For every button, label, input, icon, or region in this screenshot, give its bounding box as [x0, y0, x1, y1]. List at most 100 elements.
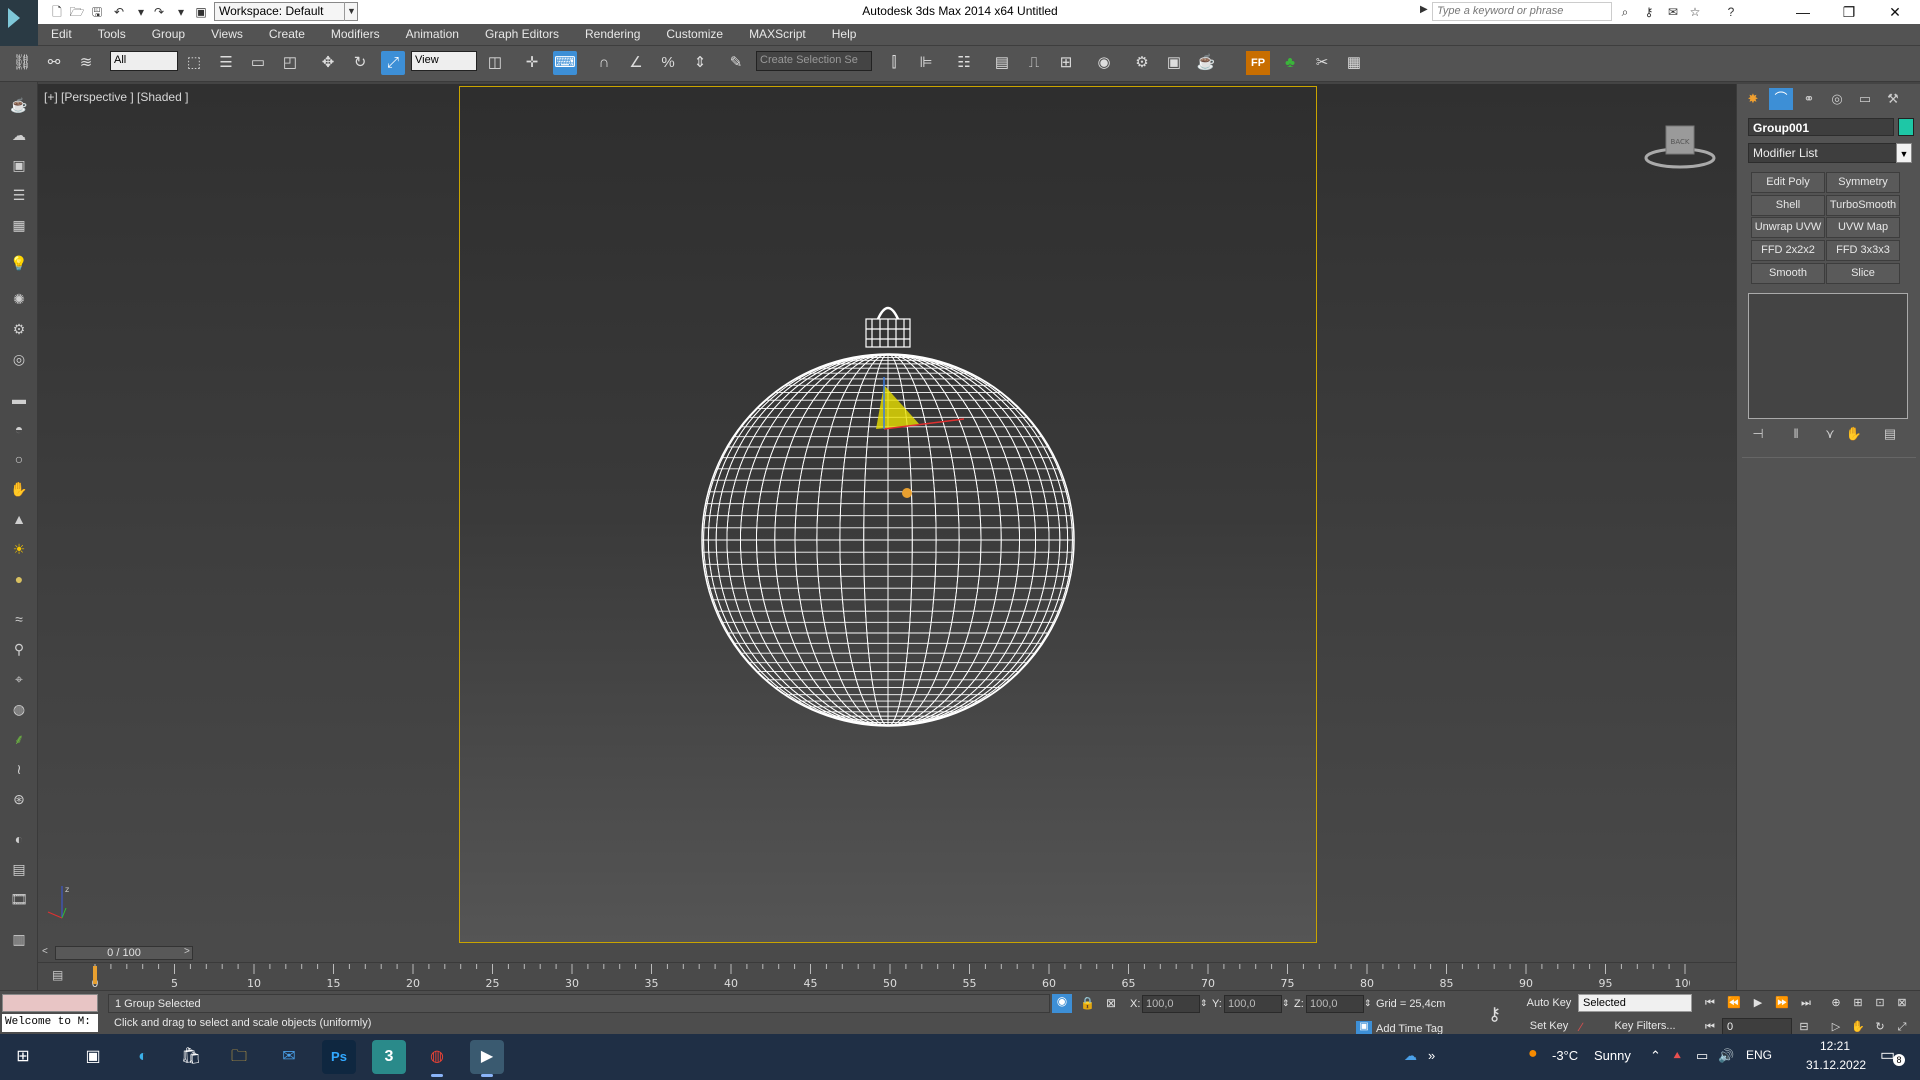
strip-teapot-icon[interactable]: ☕ [7, 94, 31, 116]
mod-symmetry-button[interactable]: Symmetry [1826, 172, 1900, 193]
strip-tripod-icon[interactable]: ⌖ [7, 668, 31, 690]
viewport-label[interactable]: [+] [Perspective ] [Shaded ] [44, 90, 188, 104]
tray-app-icon[interactable]: ⯅ [1672, 1048, 1682, 1064]
tray-up-icon[interactable]: ⌃ [1650, 1048, 1661, 1064]
close-icon[interactable]: ✕ [1872, 0, 1918, 24]
modifier-stack[interactable] [1748, 293, 1908, 419]
schematic-view-icon[interactable]: ⊞ [1054, 51, 1078, 75]
strip-list-icon[interactable]: ☰ [7, 184, 31, 206]
chrome-icon[interactable]: ◍ [420, 1040, 454, 1077]
mod-edit-poly-button[interactable]: Edit Poly [1751, 172, 1825, 193]
motion-tab-icon[interactable]: ◎ [1825, 88, 1849, 110]
scene-explorer-icon[interactable]: ▦ [1342, 51, 1366, 75]
spinner-snap-icon[interactable]: ⇕ [688, 51, 712, 75]
menu-help[interactable]: Help [819, 24, 870, 46]
menu-animation[interactable]: Animation [393, 24, 472, 46]
angle-snap-icon[interactable]: ∠ [624, 51, 648, 75]
modify-tab-icon[interactable]: ⌒ [1769, 88, 1793, 110]
weather-icon[interactable]: ● [1528, 1045, 1538, 1063]
menu-tools[interactable]: Tools [85, 24, 139, 46]
volume-icon[interactable]: 🔊 [1718, 1048, 1734, 1064]
weather-text[interactable]: Sunny [1594, 1048, 1631, 1063]
new-file-icon[interactable]: 🗋 [48, 3, 66, 21]
remove-modifier-icon[interactable]: ✋ [1844, 426, 1864, 444]
render-teapot-icon[interactable]: ☕ [1194, 51, 1218, 75]
make-unique-icon[interactable]: ⋎ [1820, 426, 1840, 444]
mod-shell-button[interactable]: Shell [1751, 195, 1825, 216]
y-coord-field[interactable]: 100,0 [1224, 995, 1282, 1013]
play-icon[interactable]: ▶ [1748, 994, 1768, 1012]
3dsmax-icon[interactable]: 3 [372, 1040, 406, 1074]
rect-selection-icon[interactable]: ▭ [246, 51, 270, 75]
undo-icon[interactable]: ↶ [110, 3, 128, 21]
link-icon[interactable]: ⛓ [10, 51, 34, 75]
utilities-tab-icon[interactable]: ⚒ [1881, 88, 1905, 110]
configure-sets-icon[interactable]: ▤ [1880, 426, 1900, 444]
mail-icon[interactable]: ✉ [272, 1040, 306, 1074]
railclone-icon[interactable]: ♣ [1278, 51, 1302, 75]
mod-smooth-button[interactable]: Smooth [1751, 263, 1825, 284]
strip-render-icon[interactable]: ▣ [7, 154, 31, 176]
strip-cone-icon[interactable]: ▲ [7, 508, 31, 530]
x-spinner-icon[interactable]: ⇕ [1200, 998, 1208, 1009]
clock-date[interactable]: 31.12.2022 [1806, 1058, 1866, 1072]
open-file-icon[interactable]: 🗁 [68, 3, 86, 21]
edge-icon[interactable]: ◐ [126, 1040, 160, 1074]
snap-toggle-icon[interactable]: ∩ [592, 51, 616, 75]
workspace-select[interactable]: Workspace: Default [214, 2, 358, 21]
key-set-select[interactable]: Selected [1578, 994, 1692, 1012]
pin-stack-icon[interactable]: ⊣ [1748, 426, 1768, 444]
strip-render2-icon[interactable]: ▤ [7, 858, 31, 880]
strip-globe-icon[interactable]: ◍ [7, 698, 31, 720]
selection-filter-select[interactable]: All [110, 51, 178, 71]
save-icon[interactable]: 🖫 [88, 3, 106, 21]
lock-selection-icon[interactable]: 🔒 [1080, 996, 1095, 1010]
favorites-icon[interactable]: ☆ [1686, 3, 1704, 21]
help-icon[interactable]: ? [1722, 3, 1740, 21]
strip-cloud-icon[interactable]: ☁ [7, 124, 31, 146]
time-slider-track[interactable] [38, 944, 1736, 962]
go-to-end-icon[interactable]: ⏭ [1796, 994, 1816, 1012]
prev-key-icon[interactable]: ⏪ [1724, 994, 1744, 1012]
next-key-icon[interactable]: ⏩ [1772, 994, 1792, 1012]
search-input[interactable]: Type a keyword or phrase [1432, 2, 1612, 21]
3dsmax-active-icon[interactable]: ▶ [470, 1040, 504, 1077]
mini-curve-editor-icon[interactable]: ▤ [52, 968, 70, 984]
rotate-icon[interactable]: ↻ [348, 51, 372, 75]
display-tab-icon[interactable]: ▭ [1853, 88, 1877, 110]
bind-spacewarp-icon[interactable]: ≋ [74, 51, 98, 75]
menu-rendering[interactable]: Rendering [572, 24, 653, 46]
menu-graph-editors[interactable]: Graph Editors [472, 24, 572, 46]
z-coord-field[interactable]: 100,0 [1306, 995, 1364, 1013]
strip-water-icon[interactable]: ≈ [7, 608, 31, 630]
set-keys-key-icon[interactable]: ⚷ [1488, 1004, 1501, 1025]
strip-grid-icon[interactable]: ▦ [7, 214, 31, 236]
next-frame-arrow-icon[interactable]: > [184, 946, 196, 960]
language-indicator[interactable]: ENG [1746, 1048, 1772, 1062]
zoom-all-icon[interactable]: ⊞ [1848, 994, 1868, 1012]
strip-hand-icon[interactable]: ✋ [7, 478, 31, 500]
create-tab-icon[interactable]: ✸ [1741, 88, 1765, 110]
redo-icon[interactable]: ↷ [150, 3, 168, 21]
align-icon[interactable]: ⊫ [914, 51, 938, 75]
default-tangent-icon[interactable]: ∕ [1580, 1020, 1582, 1034]
strip-fur-icon[interactable]: ⊛ [7, 788, 31, 810]
reference-coord-select[interactable]: View [411, 51, 477, 71]
modifier-list-dropdown-icon[interactable]: ▼ [1896, 143, 1912, 163]
show-end-result-icon[interactable]: ‖ [1786, 426, 1806, 444]
menu-edit[interactable]: Edit [38, 24, 85, 46]
subscription-icon[interactable]: ⚷ [1640, 3, 1658, 21]
auto-key-button[interactable]: Auto Key [1524, 995, 1574, 1013]
maxscript-welcome[interactable]: Welcome to M: [2, 1014, 98, 1032]
mod-turbosmooth-button[interactable]: TurboSmooth [1826, 195, 1900, 216]
graphite-tools-icon[interactable]: ▤ [990, 51, 1014, 75]
hierarchy-tab-icon[interactable]: ⚭ [1797, 88, 1821, 110]
zoom-extents-icon[interactable]: ⊡ [1870, 994, 1890, 1012]
percent-snap-icon[interactable]: % [656, 51, 680, 75]
material-editor-icon[interactable]: ◉ [1092, 51, 1116, 75]
rendered-frame-icon[interactable]: ▣ [1162, 51, 1186, 75]
absolute-mode-icon[interactable]: ⊠ [1106, 996, 1116, 1010]
app-menu-icon[interactable] [0, 0, 38, 50]
menu-views[interactable]: Views [198, 24, 256, 46]
weather-temp[interactable]: -3°C [1552, 1048, 1578, 1063]
